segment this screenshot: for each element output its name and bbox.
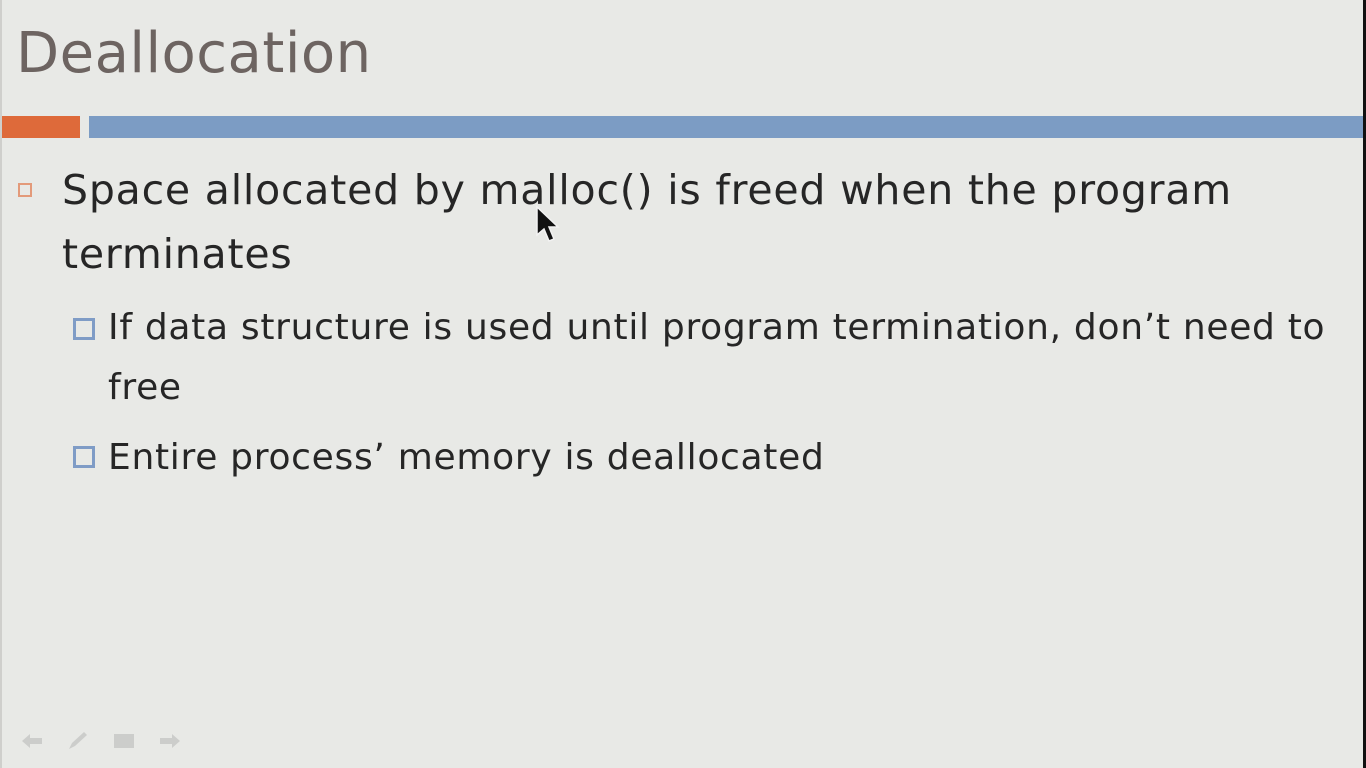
title-rule-accent — [2, 116, 80, 138]
pen-icon[interactable] — [64, 728, 92, 754]
slide: Deallocation Space allocated by malloc()… — [0, 0, 1366, 768]
sub-bullet-text: If data structure is used until program … — [108, 307, 1326, 408]
sub-bullet-square-icon — [73, 446, 95, 468]
back-arrow-icon[interactable] — [18, 728, 46, 754]
title-rule — [89, 116, 1363, 138]
menu-icon[interactable] — [110, 728, 138, 754]
sub-bullet-square-icon — [73, 318, 95, 340]
mouse-cursor-icon — [536, 205, 560, 242]
bullet-text: Space allocated by malloc() is freed whe… — [62, 166, 1232, 278]
sub-bullet-text: Entire process’ memory is deallocated — [108, 437, 825, 478]
forward-arrow-icon[interactable] — [156, 728, 184, 754]
slide-title: Deallocation — [16, 21, 372, 86]
slideshow-nav-controls — [18, 728, 184, 754]
bullet-square-icon — [18, 183, 32, 197]
